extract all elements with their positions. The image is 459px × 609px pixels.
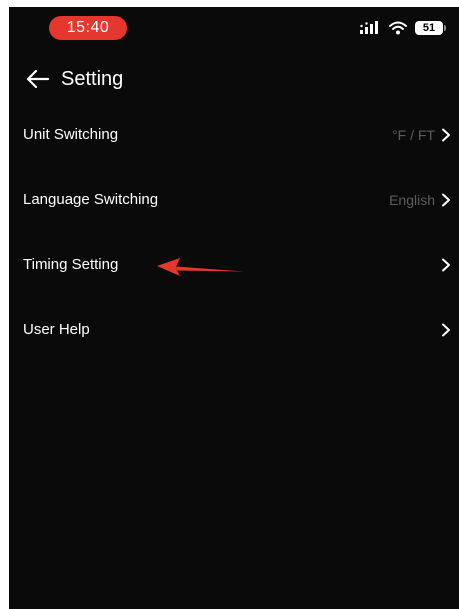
setting-value: °F / FT bbox=[392, 126, 435, 143]
chevron-right-icon bbox=[442, 128, 450, 141]
battery-level: 51 bbox=[422, 22, 436, 34]
setting-right bbox=[441, 297, 451, 362]
setting-label: Timing Setting bbox=[23, 256, 119, 273]
chevron-right-icon bbox=[442, 193, 450, 206]
setting-label: User Help bbox=[23, 321, 90, 338]
setting-right: English bbox=[389, 167, 451, 232]
setting-value: English bbox=[389, 191, 435, 208]
status-icons: 51 bbox=[359, 18, 446, 38]
battery-icon: 51 bbox=[415, 21, 446, 35]
setting-label: Unit Switching bbox=[23, 126, 119, 143]
chevron-right-icon bbox=[442, 258, 450, 271]
phone-screen: 15:40 51 Setting Unit Switching °F / FT … bbox=[9, 7, 459, 609]
setting-row-unit-switching[interactable]: Unit Switching °F / FT bbox=[9, 102, 459, 167]
setting-right: °F / FT bbox=[392, 102, 451, 167]
back-button[interactable] bbox=[25, 66, 51, 92]
wifi-icon bbox=[389, 21, 407, 35]
cellular-signal-icon bbox=[360, 21, 378, 34]
status-time: 15:40 bbox=[49, 16, 127, 40]
setting-row-language-switching[interactable]: Language Switching English bbox=[9, 167, 459, 232]
setting-row-user-help[interactable]: User Help bbox=[9, 297, 459, 362]
red-arrow-pointer-icon bbox=[157, 258, 244, 276]
setting-label: Language Switching bbox=[23, 191, 159, 208]
arrow-left-icon bbox=[26, 69, 50, 89]
status-bar: 15:40 51 bbox=[9, 7, 459, 47]
setting-right bbox=[441, 232, 451, 297]
chevron-right-icon bbox=[442, 323, 450, 336]
page-title: Setting bbox=[61, 67, 124, 90]
header: Setting bbox=[9, 59, 459, 99]
settings-list: Unit Switching °F / FT Language Switchin… bbox=[9, 102, 459, 362]
